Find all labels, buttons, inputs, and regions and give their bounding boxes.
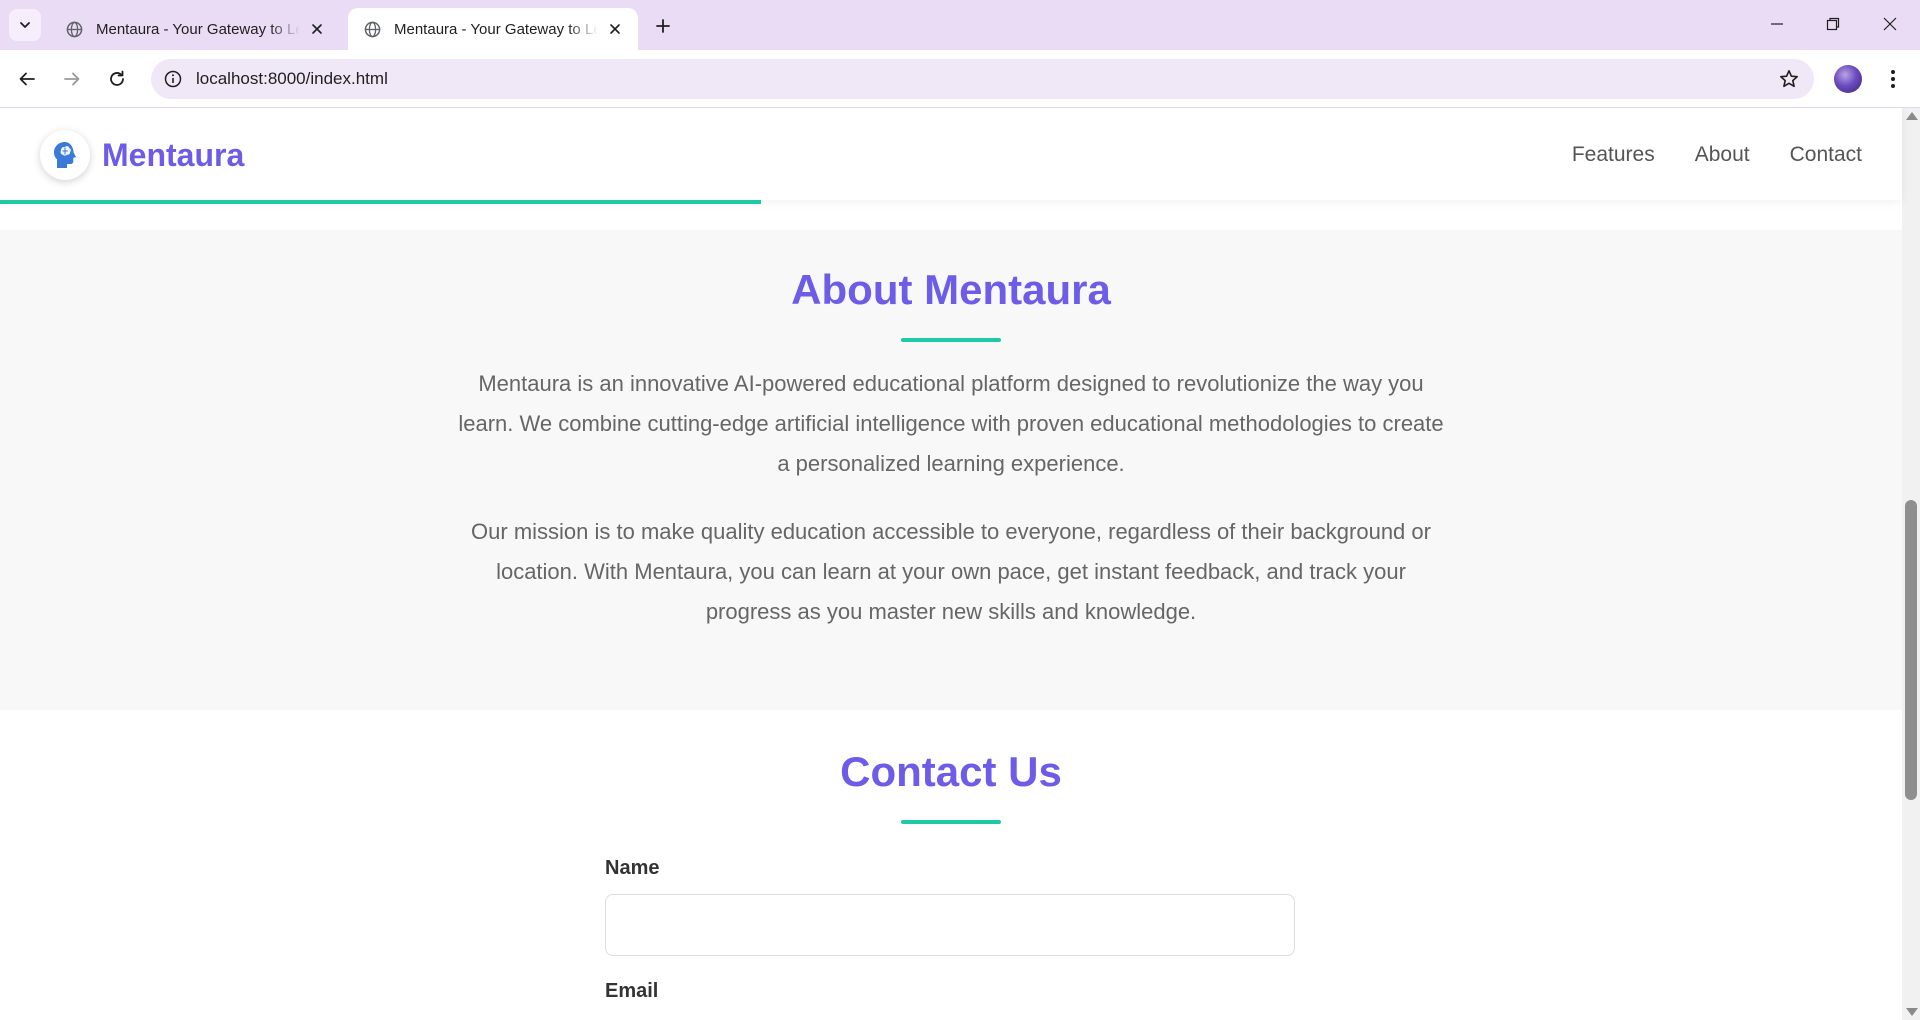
globe-icon	[362, 19, 382, 39]
tab-title: Mentaura - Your Gateway to Learning	[96, 20, 300, 38]
contact-title: Contact Us	[840, 748, 1062, 795]
tab-search-icon[interactable]	[9, 9, 41, 41]
about-section: About Mentaura Mentaura is an innovative…	[0, 230, 1902, 710]
minimize-icon[interactable]	[1757, 8, 1797, 40]
reload-icon[interactable]	[100, 62, 134, 96]
about-paragraph: Mentaura is an innovative AI-powered edu…	[458, 371, 1444, 476]
browser-toolbar: localhost:8000/index.html	[0, 50, 1920, 108]
contact-title-underline	[901, 820, 1001, 824]
restore-icon[interactable]	[1813, 8, 1853, 40]
globe-icon	[64, 19, 84, 39]
page-viewport: Mentaura Features About Contact About Me…	[0, 108, 1920, 1020]
brain-head-icon[interactable]	[40, 130, 90, 180]
about-paragraph: Our mission is to make quality education…	[471, 519, 1431, 624]
close-icon[interactable]	[604, 18, 626, 40]
about-title-underline	[901, 338, 1001, 342]
nav-link-about[interactable]: About	[1695, 143, 1750, 167]
url-text[interactable]: localhost:8000/index.html	[196, 59, 388, 99]
brand-name[interactable]: Mentaura	[102, 130, 244, 180]
contact-section: Contact Us Name Email	[0, 710, 1902, 1020]
tab-title: Mentaura - Your Gateway to Learning	[394, 20, 598, 38]
close-window-icon[interactable]	[1870, 8, 1910, 40]
scroll-up-arrow-icon[interactable]	[1906, 112, 1918, 120]
address-bar[interactable]: localhost:8000/index.html	[151, 59, 1814, 99]
nav-link-contact[interactable]: Contact	[1790, 143, 1862, 167]
main-nav: Features About Contact	[1532, 130, 1862, 180]
scroll-down-arrow-icon[interactable]	[1906, 1008, 1918, 1016]
browser-tab-strip: Mentaura - Your Gateway to Learning Ment…	[0, 0, 1920, 50]
forward-arrow-icon[interactable]	[55, 62, 89, 96]
browser-tab[interactable]: Mentaura - Your Gateway to Learning	[50, 8, 340, 50]
more-menu-icon[interactable]	[1880, 63, 1906, 95]
close-icon[interactable]	[306, 18, 328, 40]
bookmark-star-icon[interactable]	[1778, 68, 1800, 90]
browser-tab-active[interactable]: Mentaura - Your Gateway to Learning	[348, 8, 638, 50]
name-input[interactable]	[605, 894, 1295, 956]
plus-icon[interactable]	[650, 13, 676, 39]
scrollbar-thumb[interactable]	[1905, 500, 1917, 800]
site-header: Mentaura Features About Contact	[0, 108, 1902, 200]
about-title: About Mentaura	[791, 266, 1111, 313]
scroll-progress-bar	[0, 200, 1902, 204]
site-info-icon[interactable]	[163, 69, 183, 89]
page-content: Mentaura Features About Contact About Me…	[0, 108, 1902, 1020]
back-arrow-icon[interactable]	[10, 62, 44, 96]
page-scrollbar[interactable]	[1902, 108, 1920, 1020]
profile-avatar[interactable]	[1834, 65, 1862, 93]
name-label: Name	[605, 857, 660, 879]
email-label: Email	[605, 980, 659, 1002]
scroll-progress-fill	[0, 200, 761, 204]
nav-link-features[interactable]: Features	[1572, 143, 1655, 167]
